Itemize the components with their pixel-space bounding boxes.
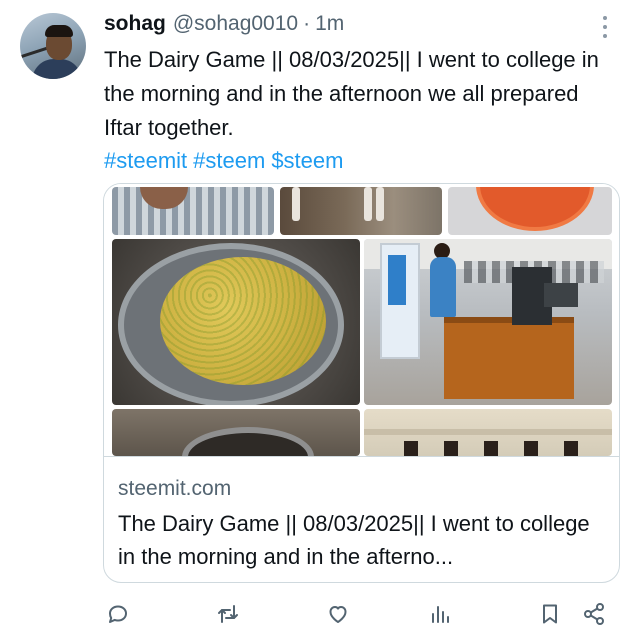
cashtag-link[interactable]: $steem: [271, 148, 343, 173]
hashtag-link[interactable]: #steem: [193, 148, 265, 173]
photo-thumbnail: [112, 409, 360, 456]
action-bar: [0, 596, 640, 632]
link-domain: steemit.com: [118, 477, 232, 500]
photo-thumbnail: [364, 239, 612, 405]
photo-thumbnail: [448, 187, 612, 235]
avatar[interactable]: [20, 13, 86, 79]
more-vertical-icon[interactable]: [596, 16, 614, 38]
link-title: The Dairy Game || 08/03/2025|| I went to…: [118, 511, 590, 569]
tweet-text: The Dairy Game || 08/03/2025|| I went to…: [104, 47, 599, 140]
photo-thumbnail: [112, 239, 360, 405]
author-handle[interactable]: @sohag0010: [173, 12, 298, 36]
author-name[interactable]: sohag: [104, 12, 166, 36]
tweet-header: sohag @sohag0010 · 1m: [104, 12, 344, 40]
photo-thumbnail: [280, 187, 442, 235]
tweet[interactable]: sohag @sohag0010 · 1m The Dairy Game || …: [0, 0, 640, 636]
reply-icon[interactable]: [104, 600, 132, 628]
link-card[interactable]: steemit.com The Dairy Game || 08/03/2025…: [103, 183, 620, 583]
separator: ·: [303, 12, 311, 35]
hashtag-link[interactable]: #steemit: [104, 148, 187, 173]
repost-icon[interactable]: [214, 600, 242, 628]
bookmark-icon[interactable]: [536, 600, 564, 628]
photo-thumbnail: [112, 187, 274, 235]
link-card-image[interactable]: [104, 184, 619, 456]
timestamp[interactable]: 1m: [315, 12, 344, 36]
share-icon[interactable]: [580, 600, 608, 628]
link-card-meta[interactable]: steemit.com The Dairy Game || 08/03/2025…: [104, 456, 619, 582]
hashtags: #steemit #steem $steem: [104, 144, 349, 178]
like-icon[interactable]: [324, 600, 352, 628]
photo-thumbnail: [364, 409, 612, 456]
views-icon[interactable]: [426, 600, 454, 628]
